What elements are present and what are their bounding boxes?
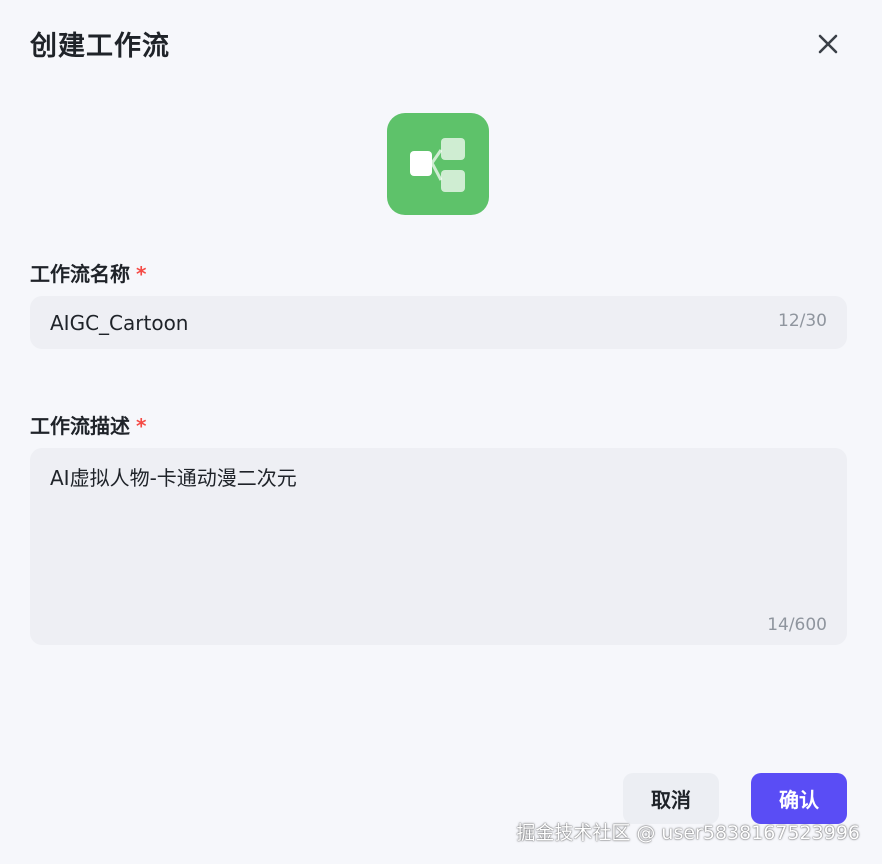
name-char-counter: 12/30 [778,311,827,331]
required-asterisk: * [136,262,147,286]
workflow-branch-icon [410,138,465,192]
close-icon [818,34,838,54]
watermark: 掘金技术社区 @ user5838167523996 [516,822,860,844]
desc-char-counter: 14/600 [767,615,827,635]
workflow-description-textarea[interactable]: AI虚拟人物-卡通动漫二次元 [30,448,847,598]
workflow-icon-picker[interactable] [387,113,489,215]
close-button[interactable] [812,28,844,60]
name-field-container: 12/30 [30,296,847,349]
dialog-title: 创建工作流 [30,31,170,62]
confirm-button[interactable]: 确认 [751,773,847,824]
desc-field-container: AI虚拟人物-卡通动漫二次元 14/600 [30,448,847,645]
create-workflow-dialog: 创建工作流 工作流名称* 12/30 工作流描述* AI虚拟人物-卡通动漫二次元… [0,0,882,864]
name-field-label: 工作流名称 * [30,262,147,286]
workflow-name-input[interactable] [30,296,750,349]
desc-field-label: 工作流描述 * [30,414,147,438]
required-asterisk: * [136,414,147,438]
cancel-button[interactable]: 取消 [623,773,719,824]
